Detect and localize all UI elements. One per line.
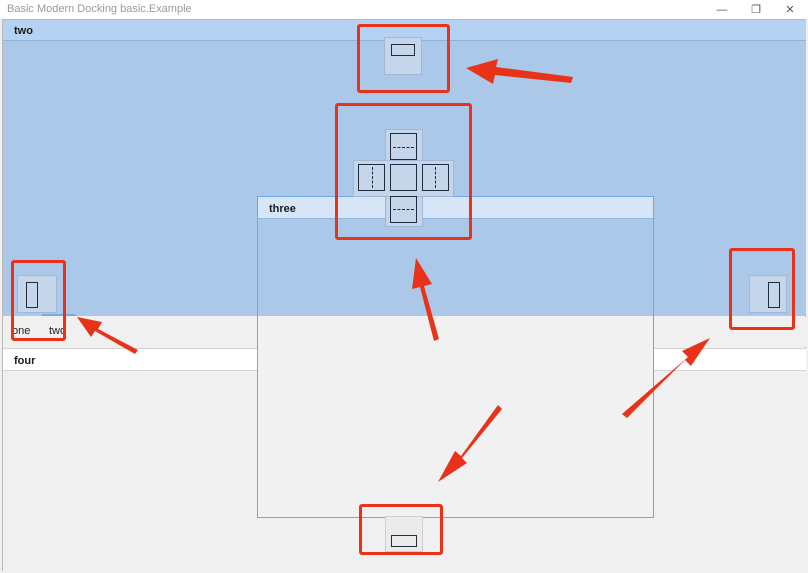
red-arrow-icon <box>622 338 710 418</box>
red-arrow-icon <box>466 59 573 84</box>
red-arrow-icon <box>438 405 502 482</box>
annotation-arrows <box>77 59 710 482</box>
red-arrow-icon <box>412 258 439 341</box>
red-arrow-icon <box>77 317 138 354</box>
